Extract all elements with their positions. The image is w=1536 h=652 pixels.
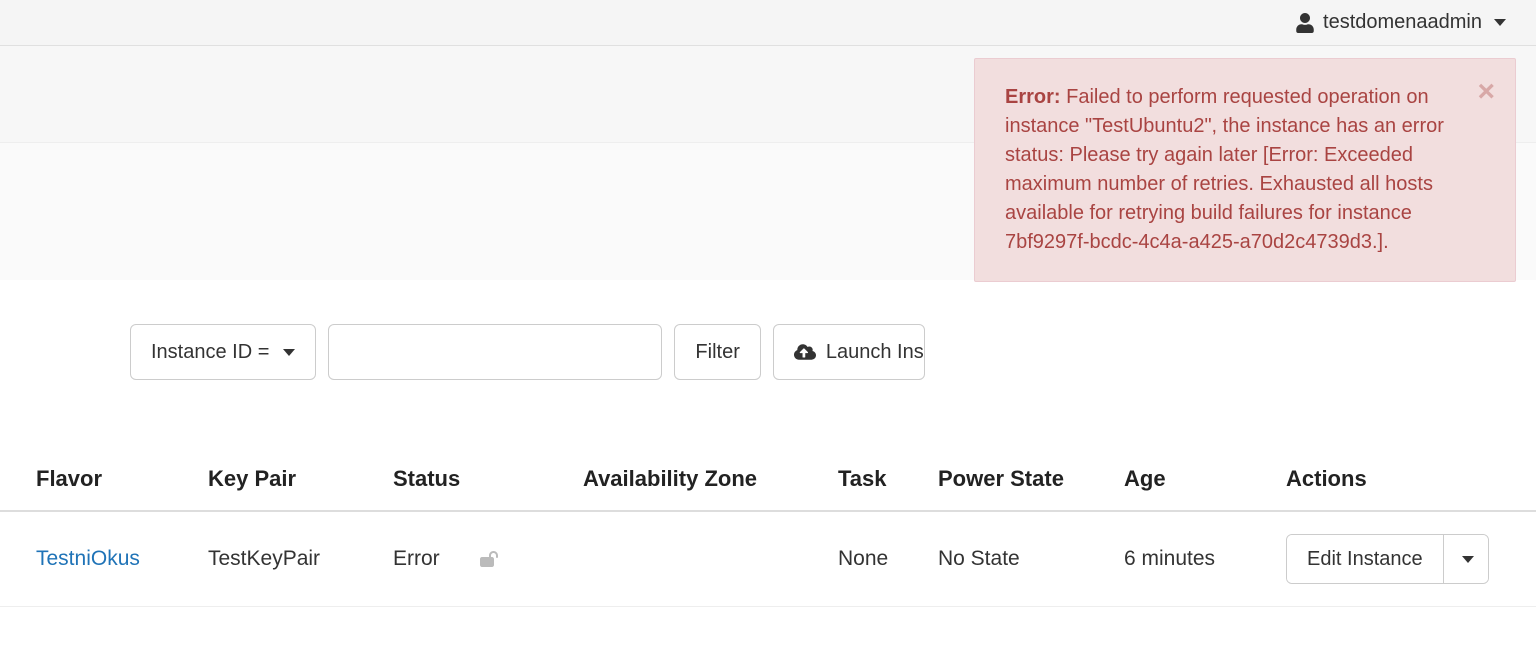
caret-down-icon: [1494, 19, 1506, 26]
table-header-row: Flavor Key Pair Status Availability Zone…: [0, 466, 1536, 512]
actions-cell: Edit Instance: [1286, 534, 1500, 584]
filter-value-input[interactable]: [328, 324, 662, 380]
alert-message: Failed to perform requested operation on…: [1005, 86, 1444, 253]
cloud-upload-icon: [794, 343, 816, 361]
table-row: TestniOkus TestKeyPair Error None No Sta…: [0, 512, 1536, 607]
power-cell: No State: [938, 547, 1124, 571]
status-cell: Error: [393, 547, 583, 571]
col-header-actions: Actions: [1286, 466, 1500, 492]
instances-table: Flavor Key Pair Status Availability Zone…: [0, 466, 1536, 607]
task-cell: None: [838, 547, 938, 571]
action-button-group: Edit Instance: [1286, 534, 1489, 584]
col-header-flavor[interactable]: Flavor: [36, 466, 208, 492]
flavor-link[interactable]: TestniOkus: [36, 547, 140, 570]
action-label: Edit Instance: [1307, 548, 1423, 571]
caret-down-icon: [283, 349, 295, 356]
username-label: testdomenaadmin: [1323, 11, 1482, 34]
col-header-age[interactable]: Age: [1124, 466, 1286, 492]
keypair-cell: TestKeyPair: [208, 547, 393, 571]
user-menu[interactable]: testdomenaadmin: [1295, 11, 1506, 34]
filter-button-label: Filter: [695, 341, 739, 364]
col-header-az[interactable]: Availability Zone: [583, 466, 838, 492]
alert-title: Error:: [1005, 86, 1061, 108]
action-dropdown-toggle[interactable]: [1443, 535, 1488, 583]
edit-instance-button[interactable]: Edit Instance: [1287, 535, 1443, 583]
topbar: testdomenaadmin: [0, 0, 1536, 46]
close-icon[interactable]: ×: [1477, 77, 1495, 107]
error-alert: × Error: Failed to perform requested ope…: [974, 58, 1516, 282]
unlock-icon: [480, 549, 498, 569]
age-cell: 6 minutes: [1124, 547, 1286, 571]
status-text: Error: [393, 547, 440, 571]
launch-button-label: Launch Ins: [826, 341, 924, 364]
launch-instance-button[interactable]: Launch Ins: [773, 324, 925, 380]
col-header-keypair[interactable]: Key Pair: [208, 466, 393, 492]
filter-button[interactable]: Filter: [674, 324, 760, 380]
filter-field-dropdown[interactable]: Instance ID =: [130, 324, 316, 380]
user-icon: [1295, 13, 1315, 33]
filter-toolbar: Instance ID = Filter Launch Ins: [130, 324, 925, 380]
caret-down-icon: [1462, 556, 1474, 563]
filter-field-label: Instance ID =: [151, 341, 269, 364]
col-header-task[interactable]: Task: [838, 466, 938, 492]
col-header-power[interactable]: Power State: [938, 466, 1124, 492]
col-header-status[interactable]: Status: [393, 466, 583, 492]
